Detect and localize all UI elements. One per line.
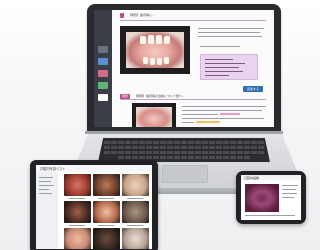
tablet: 口腔内写真リスト — [30, 160, 158, 250]
question-tag: 問題 — [120, 94, 131, 99]
phone-title: 口腔内画像 — [244, 175, 260, 180]
smartphone: 口腔内画像 — [236, 171, 306, 224]
chart-icon[interactable] — [98, 82, 108, 89]
phone-header: 口腔内画像 — [241, 175, 301, 180]
text-line — [182, 114, 218, 115]
text-line — [198, 32, 260, 33]
tablet-sidebar — [36, 165, 58, 249]
menu-icon[interactable] — [98, 46, 108, 53]
image-icon[interactable] — [98, 70, 108, 77]
text-line — [198, 28, 264, 29]
settings-icon[interactable] — [98, 94, 108, 101]
divider — [120, 20, 266, 21]
photo-tile[interactable] — [122, 174, 149, 196]
photo-tile[interactable] — [93, 228, 120, 249]
text-line — [282, 197, 294, 198]
text-line — [245, 215, 295, 216]
highlight — [196, 121, 220, 123]
photo-tile[interactable] — [64, 228, 91, 249]
oral-photo-image — [126, 32, 184, 68]
answer-button[interactable]: 回答する — [243, 86, 263, 92]
photo-tile[interactable] — [64, 174, 91, 196]
tablet-title: 口腔内写真リスト — [40, 167, 66, 171]
text-line — [200, 46, 240, 47]
text-line — [282, 193, 297, 194]
laptop-sidebar — [94, 10, 112, 127]
oral-photo[interactable] — [120, 26, 190, 74]
text-line — [182, 122, 194, 123]
phone-screen: 口腔内画像 — [241, 175, 301, 220]
text-line — [282, 185, 298, 186]
oral-photo-thumbnail[interactable] — [132, 103, 176, 127]
laptop-hinge — [85, 131, 283, 134]
question-title: 【問題】歯周病に… — [128, 13, 156, 17]
photo-tile[interactable] — [93, 174, 120, 196]
document-icon[interactable] — [98, 58, 108, 65]
divider — [120, 99, 266, 100]
laptop-screen: 【問題】歯周病に… 回答する 問題 【問題】歯周病の治療について選べ… — [94, 10, 274, 127]
photo-tile[interactable] — [122, 201, 149, 223]
text-line — [198, 36, 262, 37]
photo-tile[interactable] — [93, 201, 120, 223]
text-line — [282, 189, 296, 190]
trackpad[interactable] — [162, 165, 208, 183]
text-line — [182, 110, 262, 111]
text-line — [182, 106, 266, 107]
highlight — [220, 113, 240, 115]
phone-photo[interactable] — [245, 184, 279, 212]
laptop-content: 【問題】歯周病に… 回答する 問題 【問題】歯周病の治療について選べ… — [112, 10, 274, 127]
question-title: 【問題】歯周病の治療について選べ… — [134, 94, 185, 98]
tablet-screen: 口腔内写真リスト — [36, 165, 152, 249]
answer-box — [200, 54, 258, 80]
question-tag — [120, 13, 124, 18]
keyboard — [98, 138, 270, 162]
photo-tile[interactable] — [64, 201, 91, 223]
photo-tile[interactable] — [122, 228, 149, 249]
tablet-header: 口腔内写真リスト — [36, 165, 152, 172]
text-line — [182, 118, 264, 119]
